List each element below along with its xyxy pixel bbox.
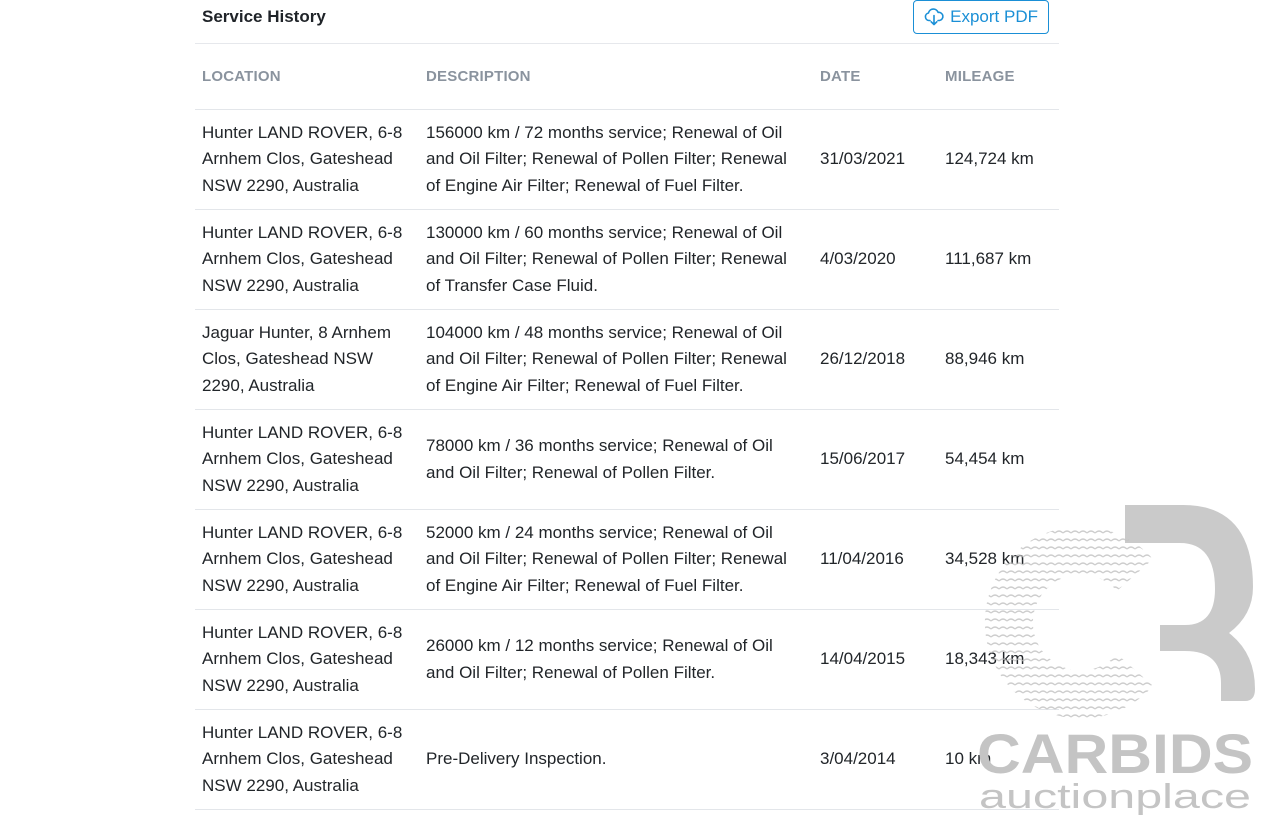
location-cell: Hunter LAND ROVER, 6-8 Arnhem Clos, Gate…: [195, 409, 419, 510]
table-row: Hunter LAND ROVER, 6-8 Arnhem Clos, Gate…: [195, 109, 1059, 210]
description-cell: 130000 km / 60 months service; Renewal o…: [419, 209, 813, 310]
date-cell: 4/03/2020: [813, 209, 938, 310]
description-cell: 26000 km / 12 months service; Renewal of…: [419, 609, 813, 710]
table-row: Hunter LAND ROVER, 6-8 Arnhem Clos, Gate…: [195, 409, 1059, 510]
date-cell: 14/04/2015: [813, 609, 938, 710]
column-header-mileage: MILEAGE: [938, 44, 1059, 110]
service-history-panel: Service History Export PDF LOCATION DESC…: [195, 0, 1059, 810]
mileage-cell: 10 km: [938, 709, 1059, 810]
location-cell: Hunter LAND ROVER, 6-8 Arnhem Clos, Gate…: [195, 509, 419, 610]
mileage-cell: 18,343 km: [938, 609, 1059, 710]
date-cell: 26/12/2018: [813, 309, 938, 410]
description-cell: 52000 km / 24 months service; Renewal of…: [419, 509, 813, 610]
mileage-cell: 111,687 km: [938, 209, 1059, 310]
date-cell: 15/06/2017: [813, 409, 938, 510]
export-pdf-label: Export PDF: [950, 6, 1038, 26]
column-header-description: DESCRIPTION: [419, 44, 813, 110]
description-cell: 78000 km / 36 months service; Renewal of…: [419, 409, 813, 510]
location-cell: Hunter LAND ROVER, 6-8 Arnhem Clos, Gate…: [195, 709, 419, 810]
mileage-cell: 54,454 km: [938, 409, 1059, 510]
table-row: Hunter LAND ROVER, 6-8 Arnhem Clos, Gate…: [195, 209, 1059, 310]
table-row: Hunter LAND ROVER, 6-8 Arnhem Clos, Gate…: [195, 709, 1059, 810]
date-cell: 3/04/2014: [813, 709, 938, 810]
mileage-cell: 124,724 km: [938, 109, 1059, 210]
table-header-row: LOCATION DESCRIPTION DATE MILEAGE: [195, 44, 1059, 110]
date-cell: 31/03/2021: [813, 109, 938, 210]
date-cell: 11/04/2016: [813, 509, 938, 610]
location-cell: Jaguar Hunter, 8 Arnhem Clos, Gateshead …: [195, 309, 419, 410]
description-cell: Pre-Delivery Inspection.: [419, 709, 813, 810]
cloud-download-icon: [924, 7, 944, 26]
description-cell: 156000 km / 72 months service; Renewal o…: [419, 109, 813, 210]
column-header-location: LOCATION: [195, 44, 419, 110]
table-row: Hunter LAND ROVER, 6-8 Arnhem Clos, Gate…: [195, 509, 1059, 610]
description-cell: 104000 km / 48 months service; Renewal o…: [419, 309, 813, 410]
mileage-cell: 34,528 km: [938, 509, 1059, 610]
table-row: Jaguar Hunter, 8 Arnhem Clos, Gateshead …: [195, 309, 1059, 410]
mileage-cell: 88,946 km: [938, 309, 1059, 410]
table-row: Hunter LAND ROVER, 6-8 Arnhem Clos, Gate…: [195, 609, 1059, 710]
page-title: Service History: [202, 6, 326, 26]
location-cell: Hunter LAND ROVER, 6-8 Arnhem Clos, Gate…: [195, 109, 419, 210]
export-pdf-button[interactable]: Export PDF: [913, 0, 1049, 34]
panel-header: Service History Export PDF: [195, 0, 1059, 44]
location-cell: Hunter LAND ROVER, 6-8 Arnhem Clos, Gate…: [195, 209, 419, 310]
column-header-date: DATE: [813, 44, 938, 110]
service-history-table: LOCATION DESCRIPTION DATE MILEAGE Hunter…: [195, 44, 1059, 810]
location-cell: Hunter LAND ROVER, 6-8 Arnhem Clos, Gate…: [195, 609, 419, 710]
